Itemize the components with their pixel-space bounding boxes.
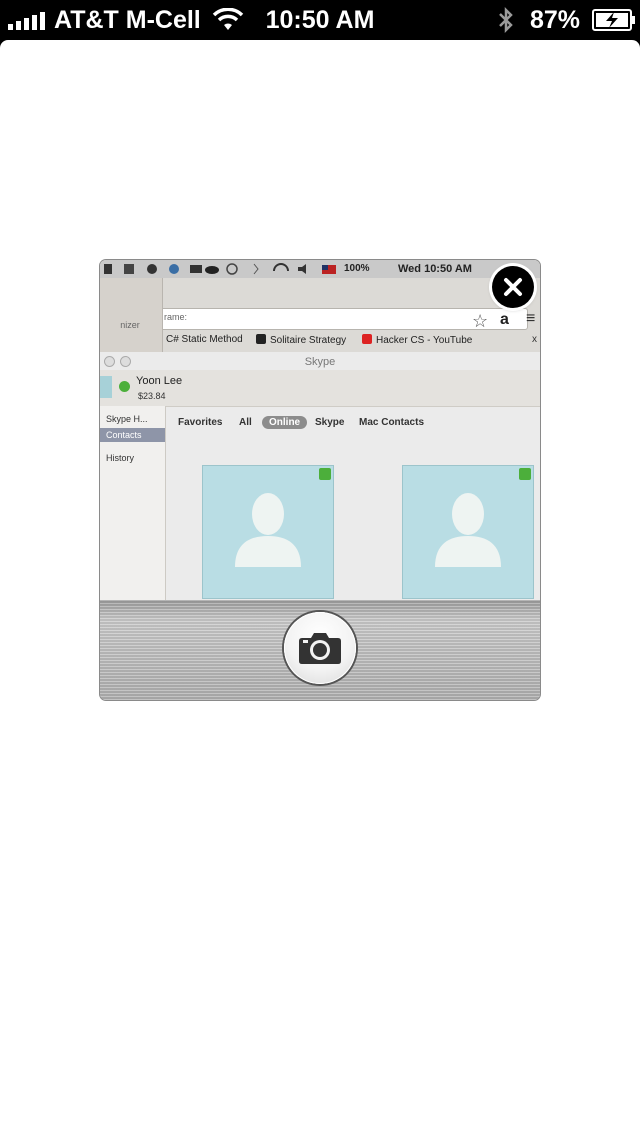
- skype-profile: Yoon Lee $23.84: [100, 370, 540, 407]
- person-silhouette-icon: [235, 493, 301, 567]
- tab-favorites: Favorites: [178, 417, 223, 428]
- camera-viewfinder: 100% Wed 10:50 AM ☆ a ≡ nizer rame: C# S…: [100, 260, 540, 600]
- organizer-panel: nizer: [100, 278, 163, 352]
- status-bar: AT&T M-Cell 10:50 AM 87%: [0, 0, 640, 40]
- camera-icon: [299, 633, 341, 664]
- bookmark-item: C# Static Method: [166, 334, 243, 345]
- skype-window-title: Skype: [304, 356, 336, 368]
- battery-percent: 87%: [530, 6, 581, 34]
- sidebar-item-skype-home: Skype H...: [106, 414, 148, 424]
- sidebar-item-history: History: [106, 453, 135, 463]
- organizer-label: nizer: [120, 320, 140, 330]
- online-badge-icon: [519, 468, 531, 480]
- bluetooth-icon: [499, 6, 513, 34]
- star-icon: ☆: [472, 311, 489, 331]
- menubar-icons: [104, 263, 336, 275]
- bookmarks-close: x: [532, 334, 537, 345]
- shutter-button[interactable]: [284, 612, 356, 684]
- skype-contact-tabs: Favorites All Online Skype Mac Contacts: [165, 406, 540, 442]
- close-button[interactable]: [492, 266, 534, 308]
- sidebar-item-contacts: Contacts: [100, 428, 165, 442]
- tab-mac-contacts: Mac Contacts: [359, 417, 425, 428]
- mac-battery: 100%: [344, 263, 370, 274]
- tab-online: Online: [262, 416, 308, 429]
- camera-control-bar: [100, 600, 540, 700]
- bookmark-item: Hacker CS - YouTube: [362, 334, 472, 346]
- contact-card: [403, 466, 533, 598]
- tab-all: All: [239, 417, 252, 428]
- avatar: [100, 376, 112, 398]
- person-silhouette-icon: [435, 493, 501, 567]
- skype-window: Skype Yoon Lee $23.84 Skype H... Contact…: [100, 352, 540, 600]
- mac-clock: Wed 10:50 AM: [398, 263, 472, 275]
- battery-charging-icon: [592, 9, 635, 31]
- menu-icon: ≡: [526, 310, 536, 327]
- contact-card: [203, 466, 333, 598]
- online-status-icon: [119, 381, 130, 392]
- browser-address-bar: [130, 308, 528, 330]
- mac-menubar: 100% Wed 10:50 AM: [100, 260, 540, 278]
- youtube-icon: [362, 334, 372, 344]
- profile-credit: $23.84: [138, 391, 166, 401]
- bookmark-icon: [256, 334, 266, 344]
- amazon-icon: a: [500, 311, 509, 328]
- online-badge-icon: [319, 468, 331, 480]
- bookmark-item: Solitaire Strategy: [256, 334, 346, 346]
- camera-card: 100% Wed 10:50 AM ☆ a ≡ nizer rame: C# S…: [100, 260, 540, 700]
- bookmarks-bar: C# Static Method Solitaire Strategy Hack…: [162, 330, 540, 350]
- close-icon: [504, 278, 522, 296]
- frame-label: rame:: [164, 312, 188, 322]
- skype-sidebar: Skype H... Contacts History: [100, 406, 166, 600]
- profile-name: Yoon Lee: [136, 375, 183, 387]
- tab-skype: Skype: [315, 417, 345, 428]
